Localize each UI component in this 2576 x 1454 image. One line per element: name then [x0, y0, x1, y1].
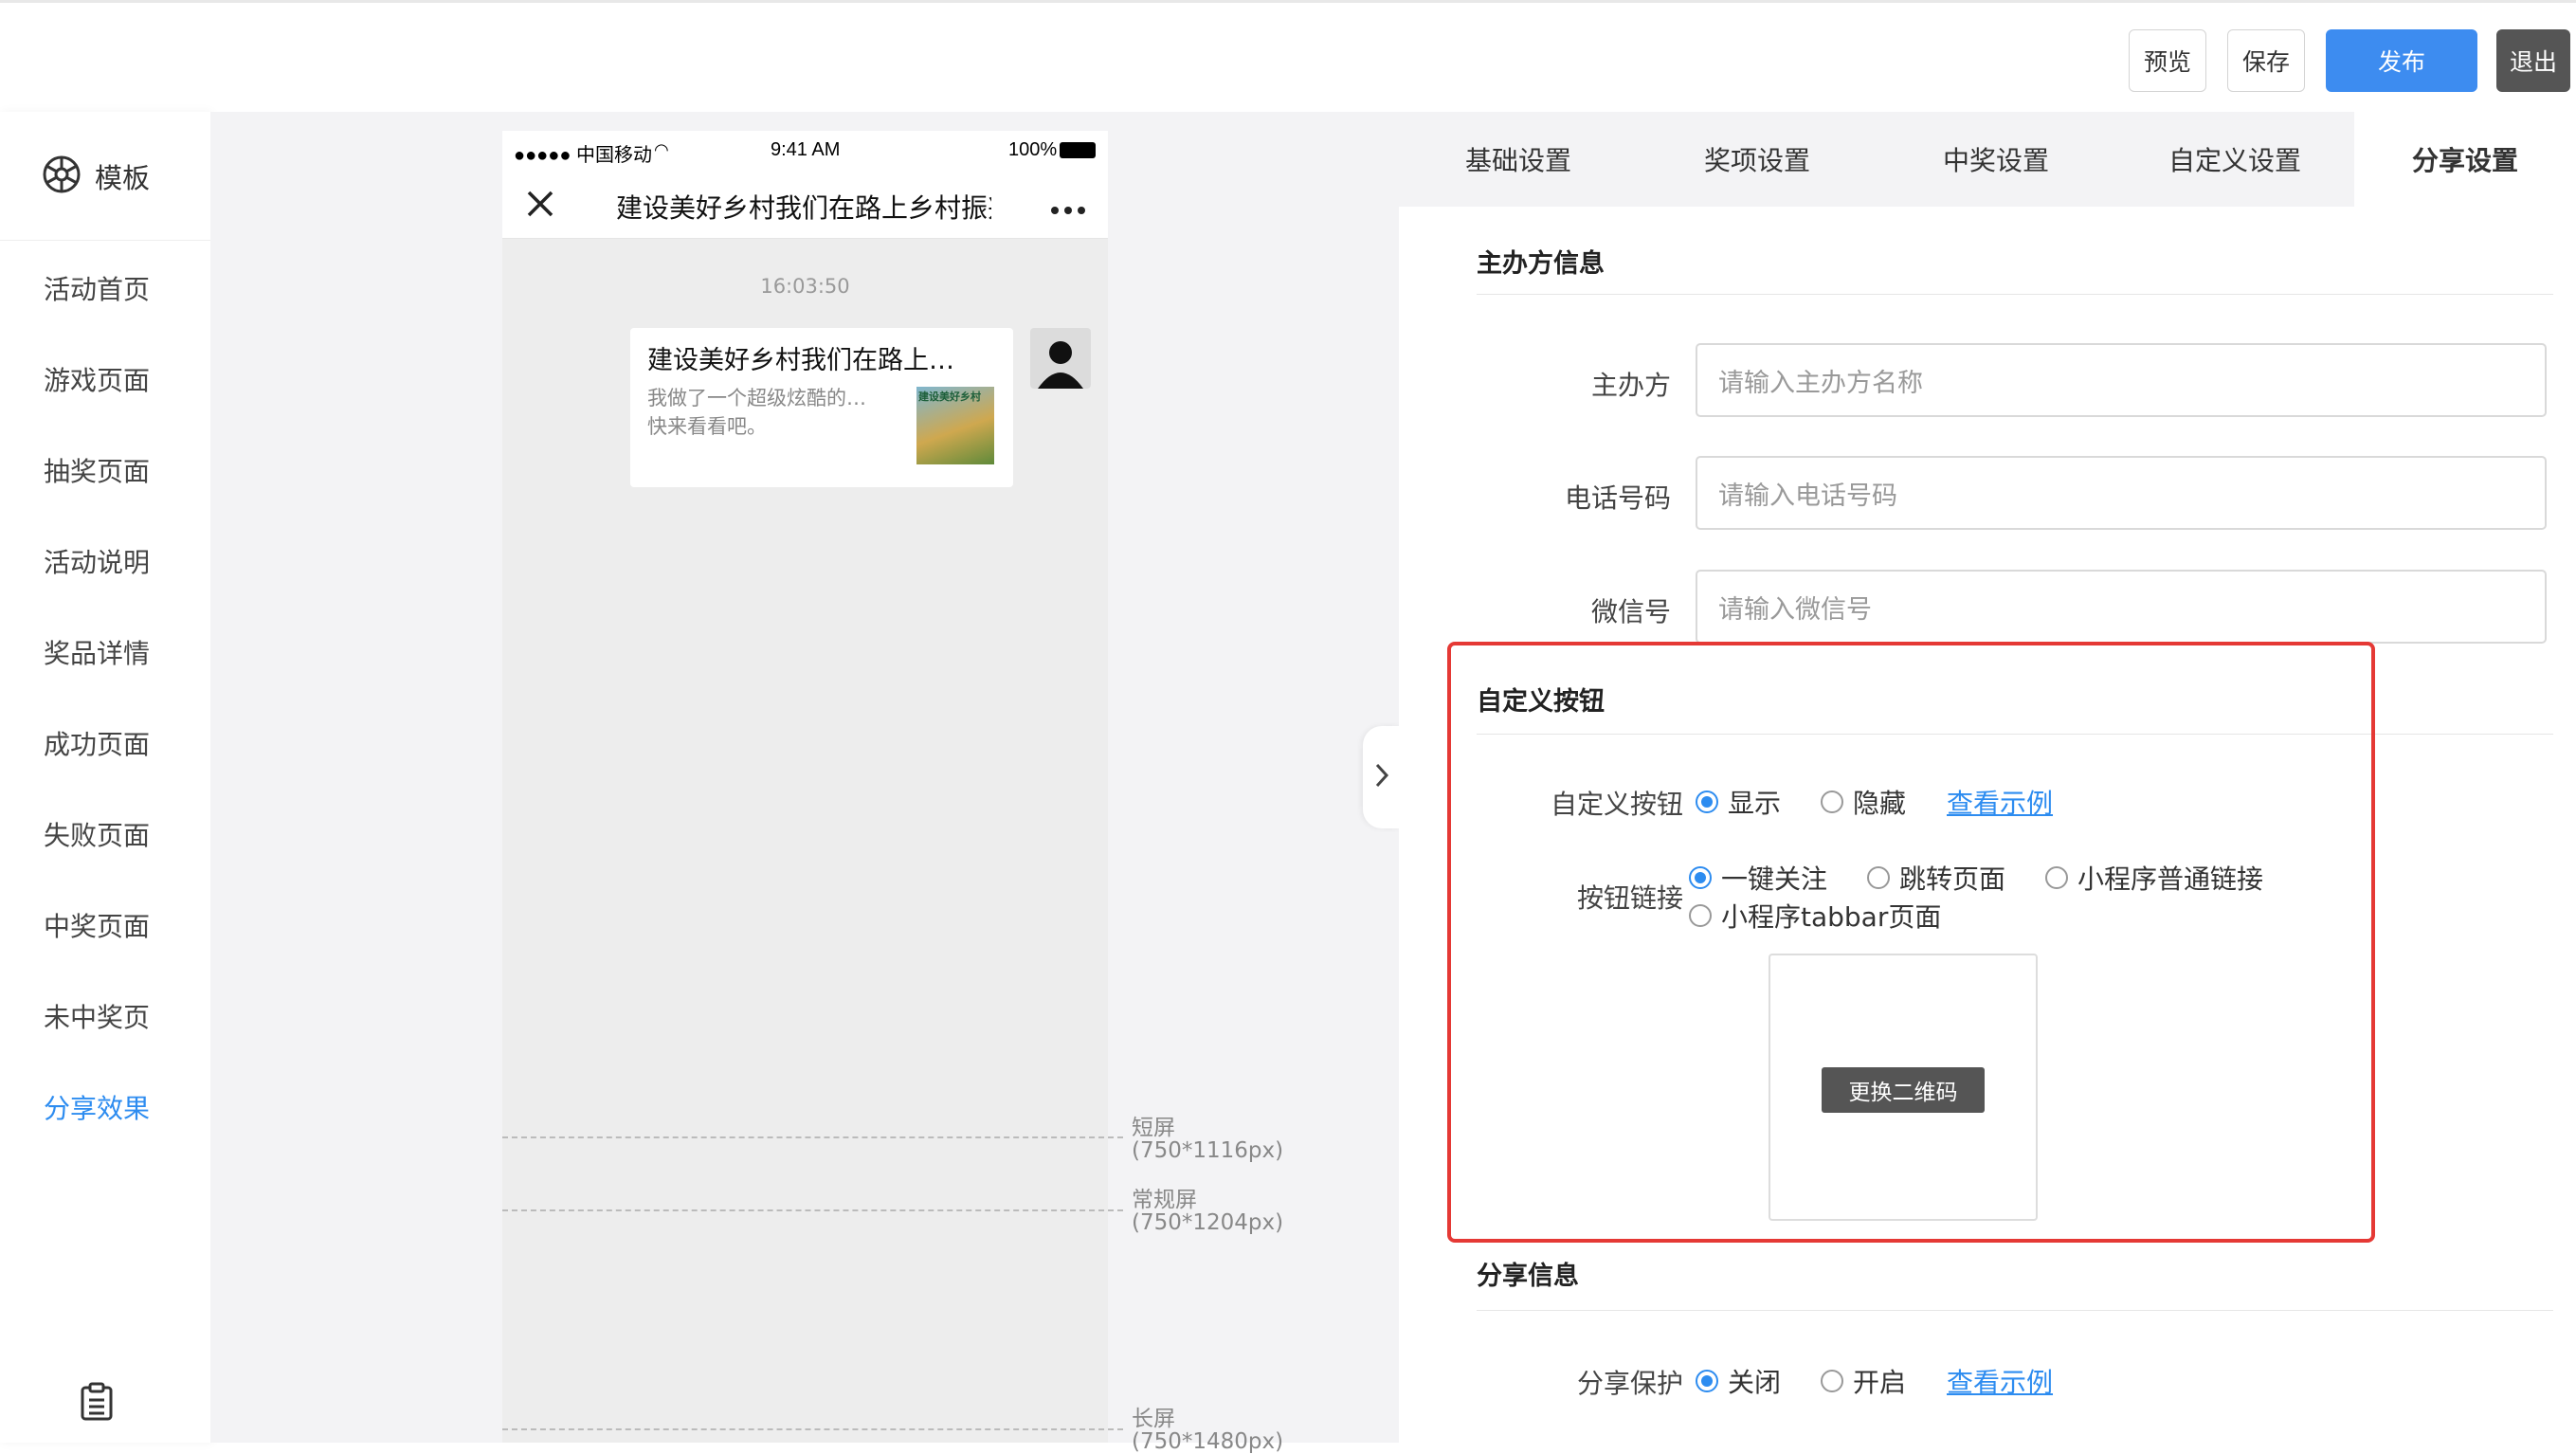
guide-label-long: 长屏 (750*1480px) — [1132, 1407, 1284, 1454]
share-protect-label: 分享保护 — [1576, 1368, 1683, 1399]
phone-nav-title: 建设美好乡村我们在路上乡村振兴 — [616, 192, 991, 224]
section-divider — [1477, 1310, 2553, 1311]
template-label: 模板 — [95, 161, 151, 194]
message-time: 16:03:50 — [760, 275, 850, 298]
phone-nav-bar: 建设美好乡村我们在路上乡村振兴 — [502, 173, 1108, 239]
sidebar-item-activity-desc[interactable]: 活动说明 — [44, 542, 150, 580]
radio-dot — [1821, 1370, 1843, 1392]
sidebar-item-lose-page[interactable]: 未中奖页 — [44, 997, 150, 1035]
sidebar-item-draw-page[interactable]: 抽奖页面 — [44, 451, 150, 489]
panel-collapse-toggle[interactable] — [1363, 726, 1401, 828]
more-icon[interactable] — [1050, 201, 1086, 219]
aperture-icon — [42, 154, 82, 198]
guide-label-normal: 常规屏 (750*1204px) — [1132, 1188, 1284, 1235]
exit-button[interactable]: 退出 — [2496, 29, 2570, 92]
radio-dot — [1696, 1370, 1718, 1392]
wechat-label: 微信号 — [1590, 596, 1671, 627]
sidebar-item-game-page[interactable]: 游戏页面 — [44, 360, 150, 398]
tab-win-settings[interactable]: 中奖设置 — [1877, 112, 2115, 207]
save-button[interactable]: 保存 — [2227, 29, 2305, 92]
sidebar-item-success-page[interactable]: 成功页面 — [44, 724, 150, 762]
highlight-box — [1447, 642, 2375, 1243]
sidebar-item-prize-detail[interactable]: 奖品详情 — [44, 633, 150, 671]
sidebar-item-share-effect[interactable]: 分享效果 — [44, 1088, 150, 1126]
wechat-input[interactable]: 请输入微信号 — [1696, 570, 2547, 644]
clipboard-icon[interactable] — [80, 1382, 114, 1426]
sidebar-item-activity-home[interactable]: 活动首页 — [44, 269, 150, 307]
phone-input[interactable]: 请输入电话号码 — [1696, 456, 2547, 530]
tab-basic-settings[interactable]: 基础设置 — [1399, 112, 1638, 207]
tab-share-settings[interactable]: 分享设置 — [2354, 112, 2576, 207]
left-sidebar: 模板 活动首页 游戏页面 抽奖页面 活动说明 奖品详情 成功页面 失败页面 中奖… — [0, 112, 210, 1443]
section-title-organizer: 主办方信息 — [1477, 249, 1605, 279]
organizer-input[interactable]: 请输入主办方名称 — [1696, 343, 2547, 417]
guide-label-short: 短屏 (750*1116px) — [1132, 1116, 1284, 1163]
publish-button[interactable]: 发布 — [2326, 29, 2477, 92]
radio-share-off[interactable]: 关闭 — [1696, 1362, 1781, 1400]
carrier-text: ●●●●● 中国移动 — [514, 145, 652, 166]
template-header[interactable]: 模板 — [0, 112, 210, 241]
guide-line-long — [502, 1428, 1123, 1430]
phone-label: 电话号码 — [1564, 482, 1671, 514]
phone-status-bar: ●●●●● 中国移动 ◠ 9:41 AM 100% — [502, 131, 1108, 173]
preview-button[interactable]: 预览 — [2129, 29, 2206, 92]
share-card-title: 建设美好乡村我们在路上… — [647, 346, 954, 375]
radio-share-on[interactable]: 开启 — [1821, 1362, 1906, 1400]
thumbnail-caption: 建设美好乡村 — [918, 391, 981, 403]
share-card[interactable]: 建设美好乡村我们在路上… 我做了一个超级炫酷的… 快来看看吧。 建设美好乡村 — [630, 328, 1013, 487]
battery-icon — [1060, 142, 1096, 158]
top-toolbar: 预览 保存 发布 退出 — [0, 0, 2576, 112]
share-card-thumbnail: 建设美好乡村 — [916, 387, 994, 464]
tab-prize-settings[interactable]: 奖项设置 — [1638, 112, 1877, 207]
battery-text: 100% — [1008, 139, 1058, 160]
section-divider — [1477, 294, 2553, 295]
close-icon[interactable] — [525, 189, 555, 223]
tab-custom-settings[interactable]: 自定义设置 — [2115, 112, 2354, 207]
share-card-desc-2: 快来看看吧。 — [647, 415, 767, 438]
chevron-right-icon — [1374, 762, 1389, 792]
sidebar-item-win-page[interactable]: 中奖页面 — [44, 906, 150, 944]
organizer-label: 主办方 — [1590, 370, 1671, 401]
settings-tabs: 基础设置 奖项设置 中奖设置 自定义设置 分享设置 — [1399, 112, 2576, 207]
guide-line-normal — [502, 1209, 1123, 1211]
clock-text: 9:41 AM — [771, 139, 841, 160]
wifi-icon: ◠ — [654, 140, 669, 159]
section-title-share-info: 分享信息 — [1477, 1262, 1579, 1291]
sidebar-item-fail-page[interactable]: 失败页面 — [44, 815, 150, 853]
avatar — [1030, 328, 1091, 389]
share-card-desc-1: 我做了一个超级炫酷的… — [647, 387, 866, 409]
phone-preview: ●●●●● 中国移动 ◠ 9:41 AM 100% 建设美好乡村我们在路上乡村振… — [502, 131, 1108, 1443]
view-example-link-share[interactable]: 查看示例 — [1947, 1362, 2053, 1400]
guide-line-short — [502, 1136, 1123, 1138]
